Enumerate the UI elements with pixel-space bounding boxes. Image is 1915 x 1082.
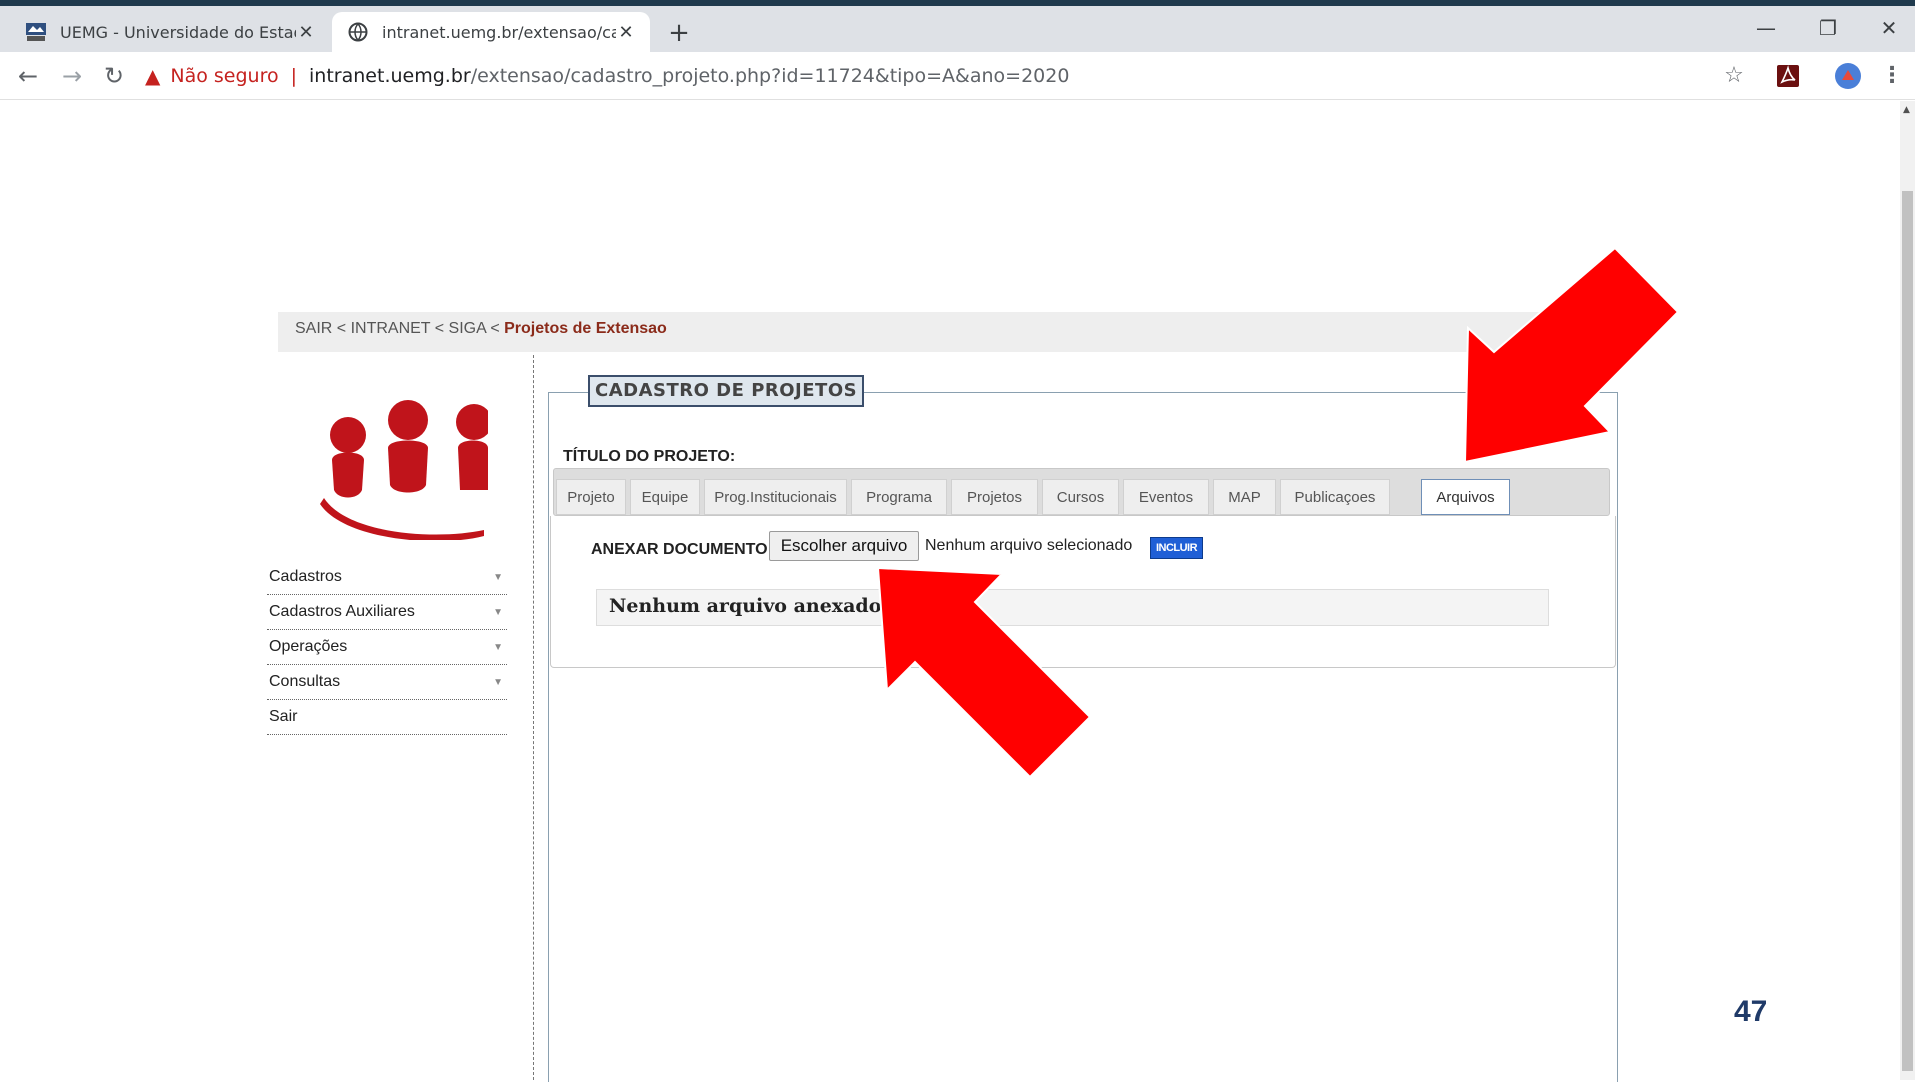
anexar-documento-label: ANEXAR DOCUMENTO:	[591, 541, 773, 558]
star-icon[interactable]: ☆	[1718, 60, 1750, 92]
globe-favicon-icon	[346, 20, 370, 44]
sidebar-item-cadastros-auxiliares[interactable]: Cadastros Auxiliares ▼	[267, 595, 507, 630]
sidebar-item-label: Sair	[269, 708, 298, 725]
annotation-arrow-icon	[876, 566, 1092, 779]
tab-close-icon[interactable]: ✕	[616, 22, 636, 43]
panel-title: CADASTRO DE PROJETOS	[588, 375, 865, 407]
sidebar-item-label: Consultas	[269, 673, 341, 690]
restore-button[interactable]: ❐	[1808, 16, 1848, 40]
forward-button[interactable]: →	[56, 60, 88, 92]
profile-avatar-icon[interactable]	[1832, 60, 1864, 92]
url-text[interactable]: intranet.uemg.br/extensao/cadastro_proje…	[309, 65, 1069, 87]
reload-button[interactable]: ↻	[98, 60, 130, 92]
pdf-extension-icon[interactable]	[1772, 60, 1804, 92]
url-path: /extensao/cadastro_projeto.php?id=11724&…	[470, 65, 1070, 87]
sidebar-menu: Cadastros ▼ Cadastros Auxiliares ▼ Opera…	[267, 560, 507, 735]
tab-eventos[interactable]: Eventos	[1123, 479, 1209, 515]
tab-projeto[interactable]: Projeto	[556, 479, 626, 515]
tab-title: UEMG - Universidade do Estado	[60, 22, 296, 42]
address-separator: |	[290, 65, 298, 87]
uemg-favicon-icon	[24, 20, 48, 44]
tab-prog-institucionais[interactable]: Prog.Institucionais	[704, 479, 847, 515]
tab-projetos[interactable]: Projetos	[951, 479, 1038, 515]
tab-programa[interactable]: Programa	[851, 479, 947, 515]
warning-icon: ▲	[145, 64, 161, 88]
incluir-button[interactable]: INCLUIR	[1150, 537, 1203, 559]
tab-equipe[interactable]: Equipe	[630, 479, 700, 515]
sidebar-item-label: Operações	[269, 638, 348, 655]
chevron-down-icon: ▼	[493, 676, 503, 688]
back-button[interactable]: ←	[12, 60, 44, 92]
browser-toolbar: ← → ↻ ▲ Não seguro | intranet.uemg.br/ex…	[0, 52, 1915, 100]
sidebar-item-label: Cadastros	[269, 568, 342, 585]
tab-cursos[interactable]: Cursos	[1042, 479, 1119, 515]
sidebar-item-cadastros[interactable]: Cadastros ▼	[267, 560, 507, 595]
sidebar-item-label: Cadastros Auxiliares	[269, 603, 415, 620]
tab-arquivos[interactable]: Arquivos	[1421, 479, 1510, 515]
sidebar-item-operacoes[interactable]: Operações ▼	[267, 630, 507, 665]
chevron-down-icon: ▼	[493, 641, 503, 653]
scroll-up-arrow-icon[interactable]: ▲	[1903, 105, 1910, 115]
address-bar[interactable]: ▲ Não seguro | intranet.uemg.br/extensao…	[145, 58, 1745, 94]
more-menu-icon[interactable]: ⋮	[1876, 60, 1908, 92]
breadcrumb-trail[interactable]: SAIR < INTRANET < SIGA <	[295, 320, 504, 337]
chevron-down-icon: ▼	[493, 571, 503, 583]
breadcrumb-current: Projetos de Extensao	[504, 320, 667, 337]
file-status-text: Nenhum arquivo selecionado	[925, 537, 1133, 554]
minimize-button[interactable]: —	[1746, 16, 1786, 40]
sidebar-divider	[533, 355, 534, 1080]
tab-close-icon[interactable]: ✕	[296, 22, 316, 43]
close-window-button[interactable]: ✕	[1869, 16, 1909, 40]
url-host: intranet.uemg.br	[309, 65, 471, 87]
browser-tab-uemg[interactable]: UEMG - Universidade do Estado ✕	[10, 12, 330, 52]
sidebar-item-sair[interactable]: Sair	[267, 700, 507, 735]
tab-publicacoes[interactable]: Publicaçoes	[1280, 479, 1390, 515]
browser-tab-bar: UEMG - Universidade do Estado ✕ intranet…	[0, 6, 1915, 52]
team-logo-icon	[320, 400, 488, 540]
tab-title: intranet.uemg.br/extensao/cadas	[382, 22, 616, 42]
not-secure-label[interactable]: Não seguro	[170, 65, 278, 87]
breadcrumb: SAIR < INTRANET < SIGA < Projetos de Ext…	[278, 312, 1598, 352]
browser-tab-intranet[interactable]: intranet.uemg.br/extensao/cadas ✕	[332, 12, 650, 52]
page-scrollbar[interactable]: ▲	[1900, 101, 1915, 1080]
chevron-down-icon: ▼	[493, 606, 503, 618]
tab-map[interactable]: MAP	[1213, 479, 1276, 515]
titulo-projeto-label: TÍTULO DO PROJETO:	[563, 448, 736, 465]
sidebar-item-consultas[interactable]: Consultas ▼	[267, 665, 507, 700]
annotation-arrow-icon	[1463, 246, 1680, 464]
new-tab-button[interactable]: +	[664, 18, 694, 48]
choose-file-button[interactable]: Escolher arquivo	[769, 531, 919, 561]
slide-page-number: 47	[1734, 995, 1768, 1028]
project-tabs: Projeto Equipe Prog.Institucionais Progr…	[553, 468, 1610, 516]
scroll-thumb[interactable]	[1902, 191, 1913, 1071]
